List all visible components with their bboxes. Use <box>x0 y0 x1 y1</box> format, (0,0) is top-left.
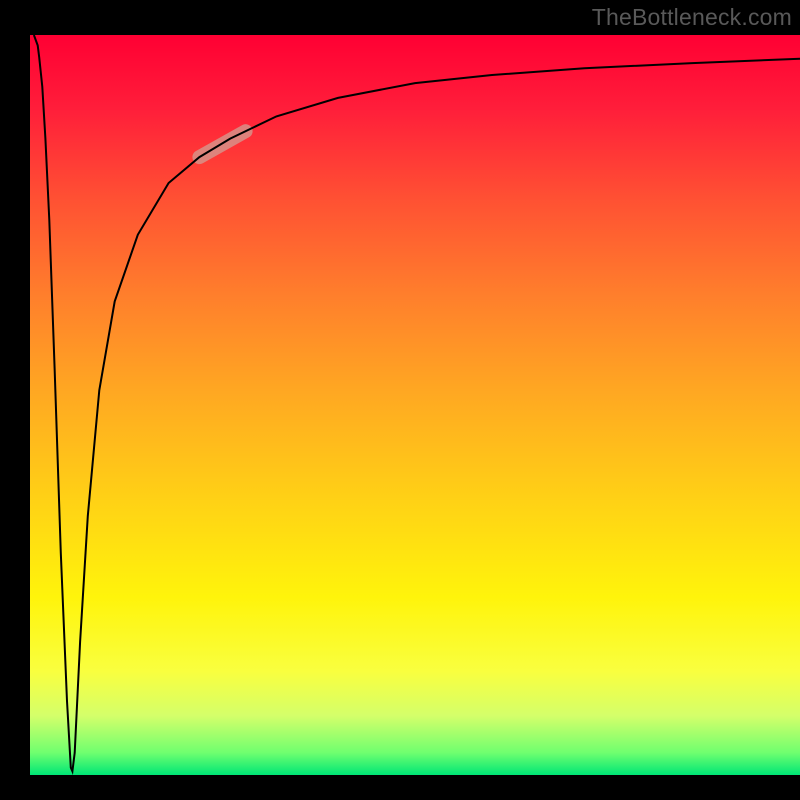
plot-area <box>30 35 800 775</box>
chart-frame: TheBottleneck.com <box>0 0 800 800</box>
bottleneck-curve <box>34 35 800 771</box>
watermark-text: TheBottleneck.com <box>592 4 792 31</box>
curve-layer <box>30 35 800 775</box>
